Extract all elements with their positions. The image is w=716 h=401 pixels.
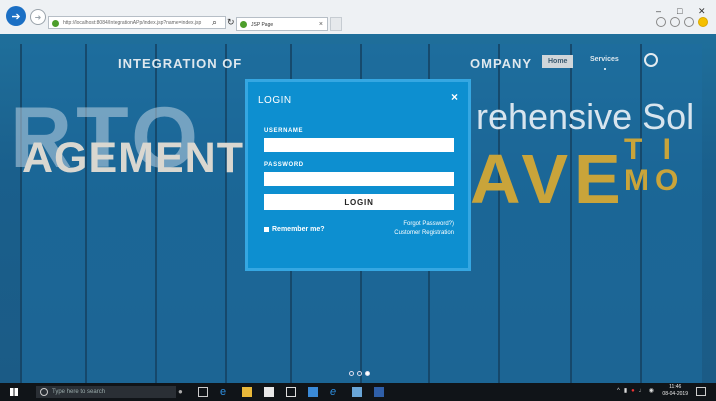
file-explorer-icon[interactable] bbox=[242, 387, 252, 397]
home-icon[interactable] bbox=[656, 17, 666, 27]
cortana-icon[interactable] bbox=[40, 388, 48, 396]
volume-icon[interactable]: ♩ bbox=[639, 388, 645, 394]
hero-ave-text: AVE bbox=[470, 140, 627, 218]
antivirus-icon[interactable]: ● bbox=[631, 388, 635, 394]
netbeans-icon[interactable] bbox=[352, 387, 362, 397]
user-account-icon[interactable] bbox=[644, 53, 658, 67]
internet-explorer-icon[interactable]: e bbox=[330, 387, 340, 398]
show-hidden-icons[interactable]: ^ bbox=[617, 388, 620, 394]
close-window-icon[interactable]: ✕ bbox=[698, 6, 706, 17]
task-view-icon[interactable] bbox=[198, 387, 208, 397]
site-title-right: OMPANY bbox=[470, 56, 533, 71]
clock-date: 08-04-2019 bbox=[662, 391, 688, 397]
favorites-star-icon[interactable] bbox=[670, 17, 680, 27]
clock-time: 11:46 bbox=[669, 384, 682, 390]
login-form: USERNAME PASSWORD LOGIN Remember me? For… bbox=[264, 128, 454, 238]
address-bar[interactable]: http://localhost:8084/IntegrationAPp/ind… bbox=[48, 16, 226, 29]
tab-favicon-icon bbox=[240, 21, 247, 28]
address-url: http://localhost:8084/IntegrationAPp/ind… bbox=[63, 20, 202, 26]
settings-gear-icon[interactable] bbox=[684, 17, 694, 27]
hero-timo-text: T I MO bbox=[624, 134, 684, 196]
taskbar-clock[interactable]: 11:46 08-04-2019 bbox=[662, 384, 688, 398]
windows-taskbar: Type here to search ● e e ^ ▮ ● ♩ ◉ 11:4… bbox=[0, 383, 716, 401]
back-arrow-icon[interactable]: ➔ bbox=[6, 6, 26, 26]
refresh-icon[interactable]: ↻ bbox=[227, 17, 235, 28]
password-input[interactable] bbox=[264, 172, 454, 186]
maximize-icon[interactable]: □ bbox=[677, 6, 682, 16]
notifications-icon[interactable] bbox=[696, 387, 706, 396]
tab-close-icon[interactable]: × bbox=[319, 18, 323, 32]
web-page: RTO AGEMENT rehensive Sol AVE T I MO INT… bbox=[0, 34, 716, 383]
remember-me-checkbox[interactable]: Remember me? bbox=[264, 220, 325, 238]
modal-header: LOGIN × bbox=[248, 82, 468, 118]
taskbar-search-box[interactable]: Type here to search bbox=[36, 386, 176, 398]
close-icon[interactable]: × bbox=[451, 90, 458, 104]
login-options: Remember me? Forgot Password?) Customer … bbox=[264, 220, 454, 238]
username-label: USERNAME bbox=[264, 128, 304, 134]
carousel-dot[interactable] bbox=[357, 371, 362, 376]
edge-browser-icon[interactable]: e bbox=[220, 387, 230, 398]
hero-ti-text: T I bbox=[624, 133, 677, 166]
nav-services-link[interactable]: Services bbox=[590, 56, 619, 63]
feedback-smiley-icon[interactable] bbox=[698, 17, 708, 27]
page-favicon-icon bbox=[52, 20, 59, 27]
login-button[interactable]: LOGIN bbox=[264, 194, 454, 210]
mail-icon[interactable] bbox=[286, 387, 296, 397]
forgot-password-link[interactable]: Forgot Password?) bbox=[394, 220, 454, 229]
hero-comprehensive-text: rehensive Sol bbox=[476, 96, 695, 137]
security-shield-icon[interactable] bbox=[308, 387, 318, 397]
carousel-dot-active[interactable] bbox=[365, 371, 370, 376]
background-panel bbox=[640, 44, 702, 383]
login-modal: LOGIN × USERNAME PASSWORD LOGIN Remember… bbox=[245, 79, 471, 271]
password-label: PASSWORD bbox=[264, 162, 304, 168]
tab-title: JSP Page bbox=[251, 22, 274, 28]
network-icon[interactable]: ▮ bbox=[624, 387, 627, 394]
nav-home-link[interactable]: Home bbox=[542, 55, 574, 68]
minimize-icon[interactable]: – bbox=[656, 6, 661, 16]
browser-toolbar: ➔ ➜ http://localhost:8084/IntegrationAPp… bbox=[0, 0, 716, 35]
modal-title: LOGIN bbox=[258, 95, 292, 106]
services-dropdown-indicator bbox=[604, 68, 606, 70]
browser-tab[interactable]: JSP Page × bbox=[236, 17, 328, 31]
checkbox-icon[interactable] bbox=[264, 226, 269, 232]
forward-arrow-icon[interactable]: ➜ bbox=[30, 9, 46, 25]
username-input[interactable] bbox=[264, 138, 454, 152]
carousel-indicators bbox=[349, 371, 370, 376]
microphone-icon[interactable]: ● bbox=[178, 387, 183, 396]
store-icon[interactable] bbox=[264, 387, 274, 397]
language-icon[interactable]: ◉ bbox=[649, 387, 654, 394]
windows-start-icon[interactable] bbox=[10, 388, 18, 396]
toolbar-icons bbox=[656, 17, 708, 27]
hero-mo-text: MO bbox=[624, 164, 685, 197]
hero-management-text: AGEMENT bbox=[22, 134, 244, 182]
login-links: Forgot Password?) Customer Registration bbox=[394, 220, 454, 238]
app-icon[interactable] bbox=[374, 387, 384, 397]
remember-me-label: Remember me? bbox=[272, 225, 325, 233]
search-icon[interactable]: ⌕ bbox=[212, 17, 217, 28]
customer-registration-link[interactable]: Customer Registration bbox=[394, 229, 454, 238]
new-tab-button[interactable] bbox=[330, 17, 342, 31]
taskbar-search-placeholder: Type here to search bbox=[52, 389, 106, 395]
site-title-left: INTEGRATION OF bbox=[118, 56, 243, 71]
carousel-dot[interactable] bbox=[349, 371, 354, 376]
